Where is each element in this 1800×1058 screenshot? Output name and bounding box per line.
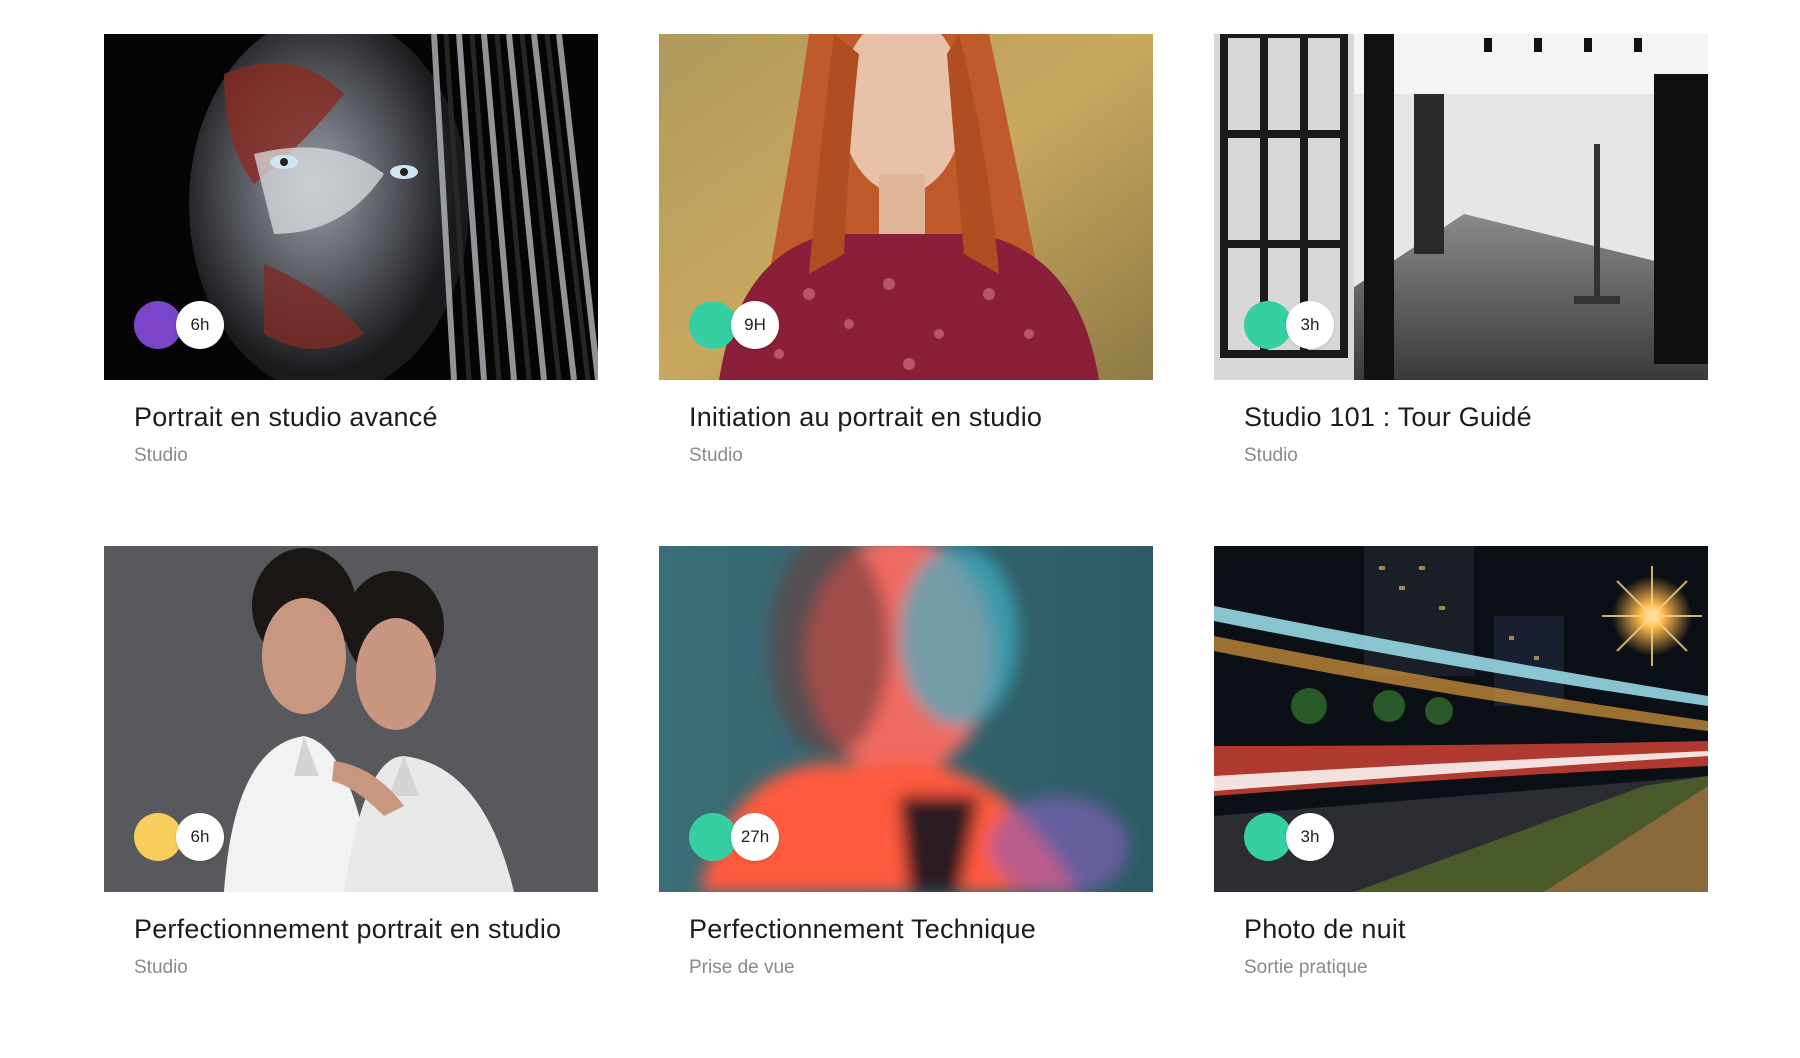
course-card[interactable]: 9H Initiation au portrait en studio Stud…: [659, 34, 1153, 546]
duration-badge: 3h: [1244, 813, 1338, 861]
duration-label: 3h: [1286, 301, 1334, 349]
course-title[interactable]: Perfectionnement Technique: [659, 914, 1153, 945]
painted-face-portrait-image[interactable]: 6h: [104, 34, 598, 380]
night-street-light-trails-image[interactable]: 3h: [1214, 546, 1708, 892]
duration-badge: 6h: [134, 301, 228, 349]
level-dot: [1244, 301, 1292, 349]
red-haired-woman-portrait-image[interactable]: 9H: [659, 34, 1153, 380]
level-dot: [1244, 813, 1292, 861]
course-category: Sortie pratique: [1244, 957, 1368, 978]
course-grid: 6h Portrait en studio avancé Studio 9H I…: [104, 34, 1708, 1058]
course-card[interactable]: 6h Portrait en studio avancé Studio: [104, 34, 598, 546]
course-title[interactable]: Portrait en studio avancé: [104, 402, 598, 433]
level-dot: [689, 301, 737, 349]
duration-badge: 9H: [689, 301, 783, 349]
level-dot: [134, 301, 182, 349]
course-category: Studio: [689, 445, 743, 466]
level-dot: [134, 813, 182, 861]
studio-interior-image[interactable]: 3h: [1214, 34, 1708, 380]
course-category: Studio: [134, 445, 188, 466]
course-card[interactable]: 27h Perfectionnement Technique Prise de …: [659, 546, 1153, 1058]
neon-blurred-portrait-image[interactable]: 27h: [659, 546, 1153, 892]
duration-label: 6h: [176, 813, 224, 861]
course-card[interactable]: 3h Photo de nuit Sortie pratique: [1214, 546, 1708, 1058]
course-title[interactable]: Photo de nuit: [1214, 914, 1708, 945]
duration-label: 3h: [1286, 813, 1334, 861]
course-category: Studio: [134, 957, 188, 978]
duration-badge: 3h: [1244, 301, 1338, 349]
duration-badge: 6h: [134, 813, 228, 861]
course-title[interactable]: Studio 101 : Tour Guidé: [1214, 402, 1708, 433]
course-title[interactable]: Initiation au portrait en studio: [659, 402, 1153, 433]
duration-label: 9H: [731, 301, 779, 349]
duration-badge: 27h: [689, 813, 783, 861]
course-category: Studio: [1244, 445, 1298, 466]
course-category: Prise de vue: [689, 957, 795, 978]
course-card[interactable]: 3h Studio 101 : Tour Guidé Studio: [1214, 34, 1708, 546]
course-title[interactable]: Perfectionnement portrait en studio: [104, 914, 598, 945]
two-women-portrait-image[interactable]: 6h: [104, 546, 598, 892]
level-dot: [689, 813, 737, 861]
duration-label: 27h: [731, 813, 779, 861]
course-card[interactable]: 6h Perfectionnement portrait en studio S…: [104, 546, 598, 1058]
duration-label: 6h: [176, 301, 224, 349]
